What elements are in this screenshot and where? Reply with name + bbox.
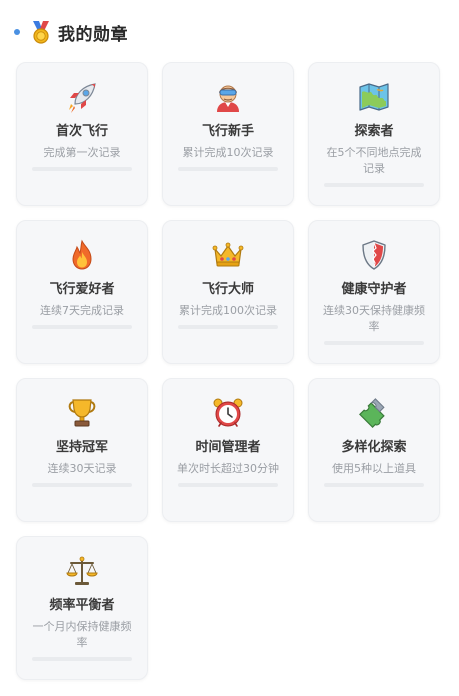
fire-icon: [72, 239, 92, 270]
badge-progress-bar: [178, 167, 278, 171]
badge-progress-bar: [178, 483, 278, 487]
badge-card[interactable]: 多样化探索 使用5种以上道具: [308, 378, 440, 522]
badge-title: 探索者: [354, 124, 394, 139]
map-icon: [359, 83, 389, 111]
trophy-icon: [68, 399, 96, 427]
badge-card[interactable]: 首次飞行 完成第一次记录: [16, 62, 148, 206]
badge-card[interactable]: 飞行大师 累计完成100次记录: [162, 220, 294, 364]
badge-description: 连续30天保持健康频率: [323, 304, 425, 333]
badge-card[interactable]: 探索者 在5个不同地点完成记录: [308, 62, 440, 206]
badge-title: 多样化探索: [341, 440, 407, 455]
shield-icon: [362, 240, 386, 270]
badge-progress-bar: [324, 183, 424, 187]
badge-progress-bar: [324, 483, 424, 487]
pilot-icon: [217, 85, 239, 112]
badge-progress-bar: [32, 483, 132, 487]
badge-description: 一个月内保持健康频率: [32, 620, 132, 649]
badge-description: 完成第一次记录: [43, 146, 121, 159]
badge-card[interactable]: 飞行爱好者 连续7天完成记录: [16, 220, 148, 364]
rocket-icon: [69, 83, 96, 113]
badge-description: 累计完成100次记录: [179, 304, 277, 317]
badge-card[interactable]: 坚持冠军 连续30天记录: [16, 378, 148, 522]
badge-progress-bar: [32, 325, 132, 329]
section-header: 我的勋章: [14, 18, 128, 46]
badge-description: 在5个不同地点完成记录: [326, 146, 422, 175]
badge-grid: 首次飞行 完成第一次记录 飞行新手 累计完成10次记录 探索者 在5个不同地点完…: [16, 62, 443, 680]
badge-title: 频率平衡者: [49, 598, 115, 613]
badge-description: 连续7天完成记录: [40, 304, 124, 317]
badge-description: 单次时长超过30分钟: [177, 462, 279, 475]
badge-progress-bar: [32, 167, 132, 171]
badge-title: 首次飞行: [55, 124, 108, 139]
badge-title: 时间管理者: [195, 440, 261, 455]
badge-title: 飞行新手: [201, 124, 254, 139]
badge-title: 飞行爱好者: [49, 282, 115, 297]
balance-scale-icon: [66, 556, 98, 585]
section-title: 我的勋章: [58, 24, 128, 45]
medal-icon: [33, 21, 49, 44]
badge-title: 健康守护者: [341, 282, 407, 297]
badge-description: 累计完成10次记录: [182, 146, 274, 159]
badge-progress-bar: [324, 341, 424, 345]
badge-card[interactable]: 时间管理者 单次时长超过30分钟: [162, 378, 294, 522]
badge-card[interactable]: 健康守护者 连续30天保持健康频率: [308, 220, 440, 364]
badge-progress-bar: [178, 325, 278, 329]
puzzle-icon: [359, 398, 385, 428]
badge-card[interactable]: 飞行新手 累计完成10次记录: [162, 62, 294, 206]
bullet-dot: [14, 29, 20, 35]
badge-title: 飞行大师: [201, 282, 254, 297]
badge-description: 使用5种以上道具: [332, 462, 416, 475]
crown-icon: [212, 242, 244, 267]
badge-title: 坚持冠军: [55, 440, 108, 455]
alarm-clock-icon: [213, 398, 243, 427]
badge-description: 连续30天记录: [47, 462, 117, 475]
badge-card[interactable]: 频率平衡者 一个月内保持健康频率: [16, 536, 148, 680]
badge-progress-bar: [32, 657, 132, 661]
